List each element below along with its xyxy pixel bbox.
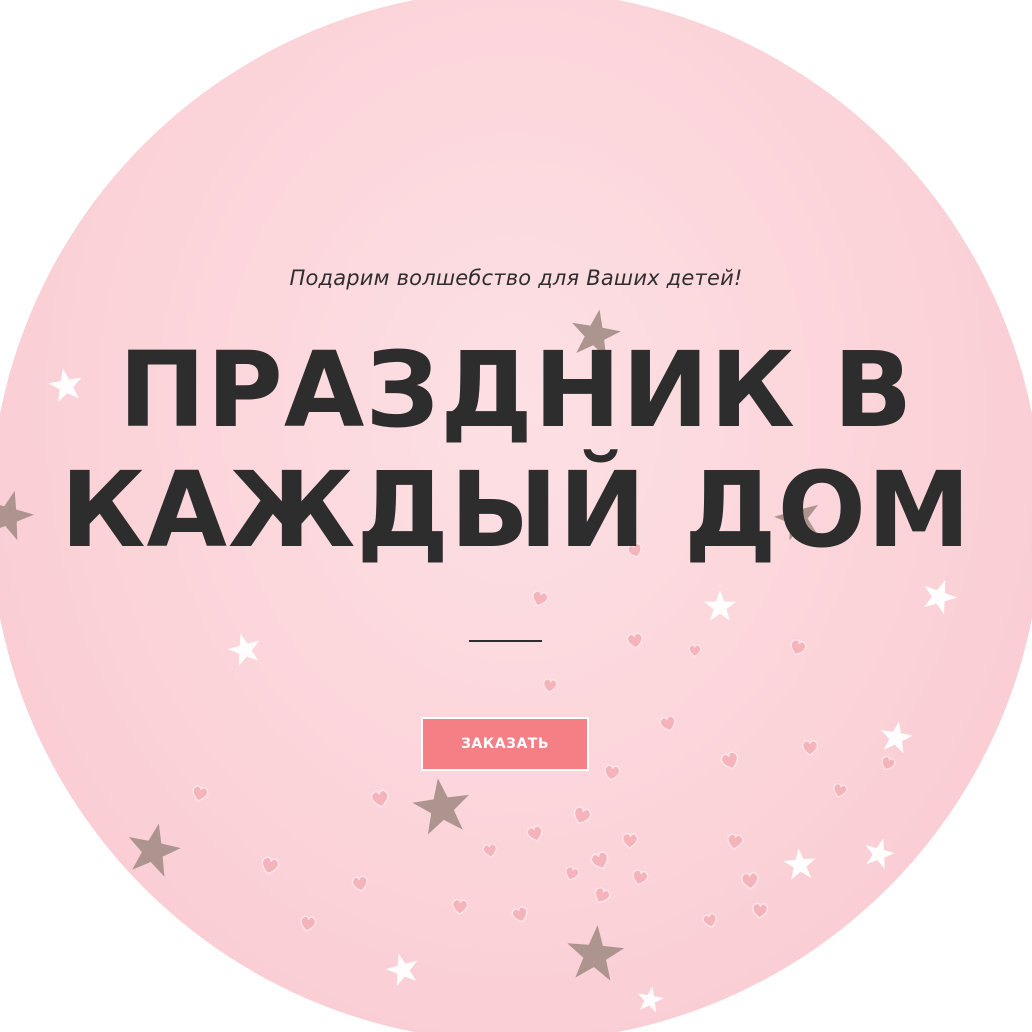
order-button[interactable]: ЗАКАЗАТЬ [421,717,589,771]
hero-content: Подарим волшебство для Ваших детей! ПРАЗ… [0,0,1032,1032]
hero-headline-line-1: ПРАЗДНИК В [118,329,914,451]
page: Подарим волшебство для Ваших детей! ПРАЗ… [0,0,1032,1032]
divider-line [469,640,542,642]
hero-headline-line-2: КАЖДЫЙ ДОМ [60,449,972,571]
hero-headline: ПРАЗДНИК В КАЖДЫЙ ДОМ [0,330,1032,570]
hero-subtitle: Подарим волшебство для Ваших детей! [289,266,743,290]
